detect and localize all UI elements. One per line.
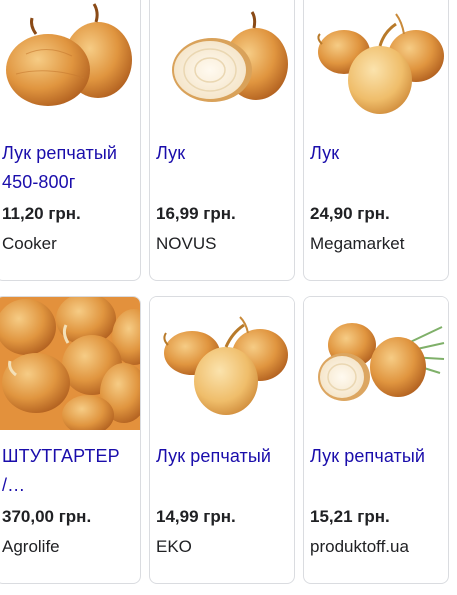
product-price: 15,21 грн. <box>310 507 390 526</box>
onion-trio-image <box>304 0 448 127</box>
store-name: Megamarket <box>310 234 405 253</box>
product-title[interactable]: Лук репчатый <box>310 442 444 471</box>
store-name: Agrolife <box>2 537 60 556</box>
product-price: 11,20 грн. <box>2 204 81 223</box>
product-price: 370,00 грн. <box>2 507 92 526</box>
product-card[interactable]: Лук репчатый 450-800г 11,20 грн. Cooker <box>0 0 141 281</box>
product-title[interactable]: Лук <box>310 139 444 168</box>
product-price: 16,99 грн. <box>156 204 236 223</box>
onion-trio-image <box>150 297 294 430</box>
onion-pile-image <box>0 297 140 430</box>
product-title[interactable]: Лук репчатый 450-800г <box>2 139 136 197</box>
store-name: Cooker <box>2 234 57 253</box>
store-name: EKO <box>156 537 192 556</box>
product-card[interactable]: Лук репчатый 15,21 грн. produktoff.ua <box>303 296 449 584</box>
product-price: 24,90 грн. <box>310 204 390 223</box>
product-card[interactable]: ШТУТГАРТЕР /… 370,00 грн. Agrolife <box>0 296 141 584</box>
onion-halved-image <box>150 0 294 127</box>
onion-pair-image <box>0 0 140 127</box>
product-title[interactable]: Лук репчатый <box>156 442 290 471</box>
product-price: 14,99 грн. <box>156 507 236 526</box>
product-title[interactable]: Лук <box>156 139 290 168</box>
store-name: produktoff.ua <box>310 537 409 556</box>
product-card[interactable]: Лук 24,90 грн. Megamarket <box>303 0 449 281</box>
product-card[interactable]: Лук 16,99 грн. NOVUS <box>149 0 295 281</box>
product-title[interactable]: ШТУТГАРТЕР /… <box>2 442 136 500</box>
store-name: NOVUS <box>156 234 217 253</box>
onion-with-leaves-image <box>304 297 448 430</box>
product-card[interactable]: Лук репчатый 14,99 грн. EKO <box>149 296 295 584</box>
